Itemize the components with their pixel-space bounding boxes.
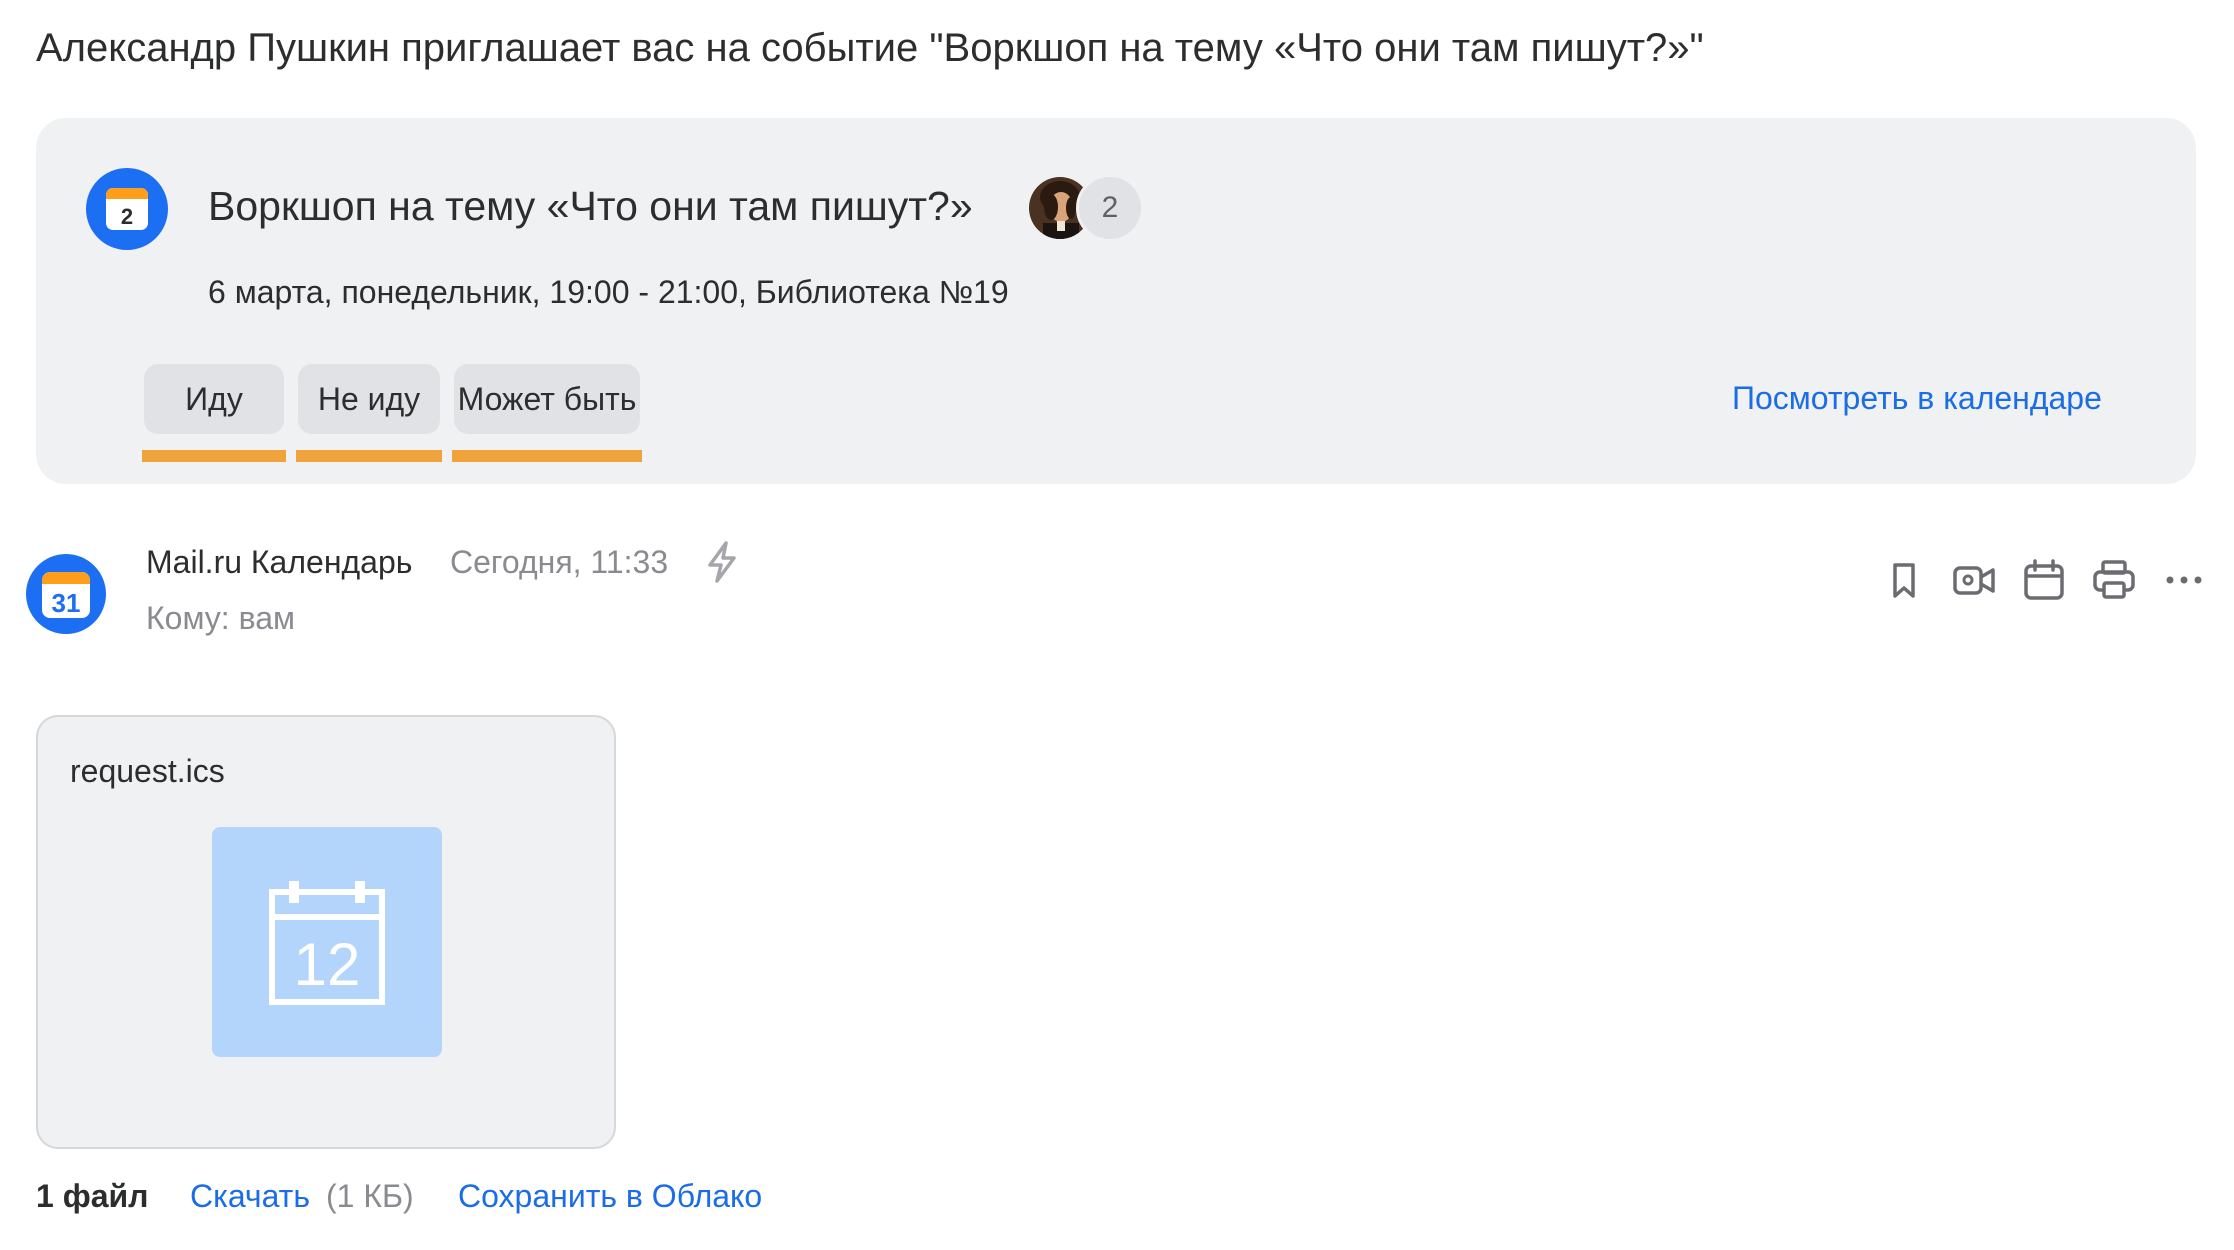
rsvp-going-button[interactable]: Иду	[144, 364, 284, 434]
recipient-line: Кому: вам	[146, 600, 296, 636]
sender-avatar[interactable]: 31	[26, 554, 106, 634]
save-to-cloud-link[interactable]: Сохранить в Облако	[458, 1174, 762, 1218]
video-call-icon[interactable]	[1952, 558, 1996, 602]
rsvp-not-going-highlight	[296, 450, 442, 462]
event-invitation-card: 2 Воркшоп на тему «Что они там пишут?» 2…	[36, 118, 2196, 484]
print-icon[interactable]	[2092, 558, 2136, 602]
svg-text:12: 12	[294, 931, 361, 998]
message-time: Сегодня, 11:33	[450, 544, 669, 580]
calendar-icon[interactable]	[2022, 558, 2066, 602]
calendar-file-icon: 12	[269, 881, 385, 1005]
attachment-file-name: request.ics	[70, 753, 225, 789]
download-link[interactable]: Скачать	[190, 1174, 310, 1218]
email-subject: Александр Пушкин приглашает вас на событ…	[36, 26, 1704, 70]
participants-count-badge[interactable]: 2	[1076, 174, 1144, 242]
calendar-app-icon: 31	[42, 572, 90, 618]
event-calendar-badge: 2	[86, 168, 168, 250]
bookmark-icon[interactable]	[1882, 558, 1926, 602]
calendar-icon: 2	[106, 188, 148, 230]
attachment-thumbnail[interactable]: 12	[212, 827, 442, 1057]
rsvp-going-highlight	[142, 450, 286, 462]
event-date-time-location: 6 марта, понедельник, 19:00 - 21:00, Биб…	[208, 274, 1009, 310]
view-in-calendar-link[interactable]: Посмотреть в календаре	[1732, 376, 2102, 420]
files-count: 1 файл	[36, 1178, 149, 1214]
download-size: (1 КБ)	[326, 1178, 414, 1214]
svg-text:2: 2	[121, 204, 133, 229]
rsvp-maybe-button[interactable]: Может быть	[454, 364, 640, 434]
event-title: Воркшоп на тему «Что они там пишут?»	[208, 183, 973, 229]
more-icon[interactable]	[2162, 558, 2206, 602]
attachment-card[interactable]: request.ics 12	[36, 715, 616, 1149]
rsvp-maybe-highlight	[452, 450, 642, 462]
flash-icon[interactable]	[702, 540, 742, 584]
sender-name[interactable]: Mail.ru Календарь	[146, 540, 412, 584]
svg-text:31: 31	[52, 588, 81, 618]
rsvp-not-going-button[interactable]: Не иду	[298, 364, 440, 434]
